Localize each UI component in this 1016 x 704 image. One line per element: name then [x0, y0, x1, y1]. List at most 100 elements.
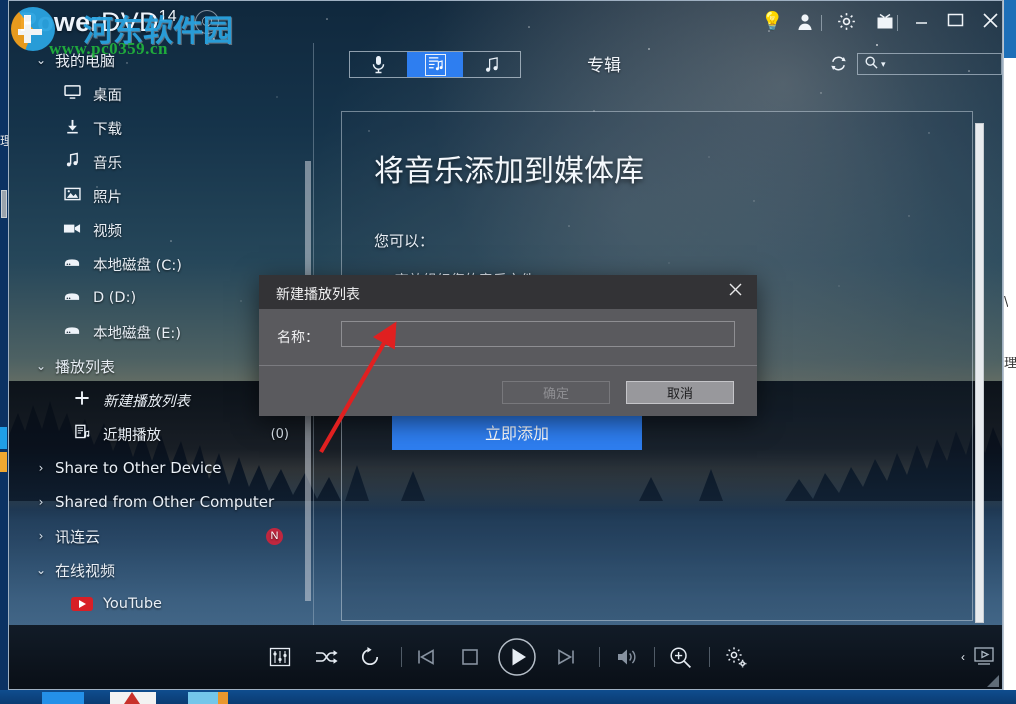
shuffle-button[interactable] [311, 625, 341, 689]
watermark-site-url: www.pc0359.cn [49, 39, 168, 58]
taskbar-item-4[interactable] [218, 692, 228, 704]
settings-button[interactable] [721, 625, 751, 689]
sidebar-item-recently-played[interactable]: 近期播放 (0) [9, 417, 309, 451]
plus-icon [71, 390, 93, 410]
player-control-bar: ‹ [9, 625, 1002, 689]
background-window-glyph-1: \ [1004, 296, 1009, 309]
hard-disk-icon [61, 324, 83, 341]
sidebar-item-label: YouTube [103, 596, 162, 612]
sidebar-item-label: 本地磁盘 (E:) [93, 325, 181, 342]
volume-button[interactable] [613, 625, 643, 689]
powerdvd-window: PowerDVD14 ☉ 河东软件园 www.pc0359.cn 💡 专辑 ▾ … [8, 0, 1003, 690]
sidebar-group-label: 讯连云 [55, 527, 101, 546]
background-window-glyph-2: 理 [1004, 357, 1016, 370]
music-note-icon [61, 152, 83, 172]
sidebar-item-label: 本地磁盘 (C:) [93, 257, 182, 274]
sidebar-item-label: 近期播放 [103, 427, 161, 444]
ok-button[interactable]: 确定 [502, 381, 610, 404]
panel-subtitle: 您可以： [374, 232, 435, 250]
user-icon[interactable] [797, 13, 813, 33]
page-title: 将音乐添加到媒体库 [374, 154, 644, 189]
chevron-down-icon[interactable]: ▾ [881, 59, 886, 70]
player-separator-3 [654, 647, 655, 667]
sidebar-item-desktop[interactable]: 桌面 [9, 77, 309, 111]
search-icon [865, 56, 878, 72]
taskbar [0, 690, 1016, 704]
titlebar-separator-1 [821, 15, 822, 31]
sidebar-item-downloads[interactable]: 下载 [9, 111, 309, 145]
repeat-button[interactable] [355, 625, 385, 689]
refresh-icon[interactable] [829, 54, 848, 78]
name-field-label: 名称： [277, 330, 319, 346]
sidebar-item-label: 桌面 [93, 87, 122, 104]
player-separator-4 [709, 647, 710, 667]
background-taskbar-item-2 [0, 452, 7, 472]
sidebar-group-label: Share to Other Device [55, 459, 222, 477]
sidebar-item-count: (0) [270, 426, 289, 442]
taskbar-item-3[interactable] [188, 692, 218, 704]
sidebar-item-label: 新建播放列表 [103, 393, 190, 410]
view-title: 专辑 [587, 56, 621, 76]
sidebar-item-label: D (D:) [93, 290, 137, 306]
chevron-down-icon: ⌄ [35, 563, 47, 577]
chevron-right-icon: › [38, 495, 44, 509]
sidebar-group-label: 在线视频 [55, 561, 116, 580]
previous-button[interactable] [413, 625, 439, 689]
photo-icon [61, 187, 83, 205]
search-box[interactable]: ▾ [857, 53, 1002, 75]
chevron-down-icon: ⌄ [35, 53, 47, 67]
play-button[interactable] [497, 625, 537, 689]
equalizer-button[interactable] [265, 625, 295, 689]
background-window-chip [1, 190, 7, 218]
minimize-button[interactable] [913, 11, 930, 31]
player-separator-2 [599, 647, 600, 667]
titlebar-separator-2 [897, 15, 898, 31]
close-icon[interactable] [723, 280, 747, 304]
next-button[interactable] [553, 625, 579, 689]
sidebar-group-label: 播放列表 [55, 357, 116, 376]
status-badge: N [266, 527, 283, 545]
type-playlist-button[interactable] [406, 52, 464, 77]
type-voice-button[interactable] [350, 52, 407, 77]
sidebar-item-youtube[interactable]: YouTube [9, 587, 309, 621]
dialog-titlebar: 新建播放列表 [259, 275, 757, 309]
collapse-button[interactable]: ‹ [955, 625, 971, 689]
cancel-button[interactable]: 取消 [626, 381, 734, 404]
sidebar-item-label: 视频 [93, 223, 122, 240]
main-panel-scrollbar[interactable] [975, 123, 984, 623]
sidebar-item-label: 下载 [93, 121, 122, 138]
sidebar-group-share-to-other-device[interactable]: › Share to Other Device [9, 451, 309, 485]
sidebar-group-shared-from-other-computer[interactable]: › Shared from Other Computer [9, 485, 309, 519]
sidebar-group-online-video[interactable]: ⌄ 在线视频 [9, 553, 309, 587]
add-now-button[interactable]: 立即添加 [392, 414, 642, 450]
background-window-titlebar [1004, 0, 1016, 58]
titlebar: PowerDVD14 ☉ 河东软件园 www.pc0359.cn 💡 [9, 1, 1002, 58]
stop-button[interactable] [457, 625, 483, 689]
background-taskbar-item-1 [0, 427, 7, 449]
sidebar-item-music[interactable]: 音乐 [9, 145, 309, 179]
dialog-title: 新建播放列表 [276, 287, 360, 303]
taskbar-item-2[interactable] [110, 692, 156, 704]
hard-disk-icon [61, 290, 83, 307]
zoom-button[interactable] [665, 625, 695, 689]
maximize-button[interactable] [947, 13, 964, 31]
playlist-icon [71, 424, 93, 444]
bulb-icon[interactable]: 💡 [761, 12, 783, 30]
sidebar-item-videos[interactable]: 视频 [9, 213, 309, 247]
sidebar-item-label: 照片 [93, 189, 122, 206]
close-button[interactable] [981, 11, 1000, 34]
playlist-music-icon [424, 53, 446, 76]
search-input[interactable] [888, 57, 1002, 71]
playlist-name-input[interactable] [341, 321, 735, 347]
youtube-icon [71, 597, 93, 611]
background-window-right [1003, 0, 1016, 690]
sidebar-group-cyberlink-cloud[interactable]: › 讯连云 N [9, 519, 309, 553]
chevron-right-icon: › [38, 461, 44, 475]
tv-icon[interactable] [875, 13, 895, 33]
type-music-button[interactable] [463, 52, 520, 77]
taskbar-item-1[interactable] [42, 692, 84, 704]
sidebar-group-label: Shared from Other Computer [55, 493, 275, 511]
sidebar-item-photos[interactable]: 照片 [9, 179, 309, 213]
gear-icon[interactable] [837, 12, 856, 34]
resize-grip[interactable] [987, 675, 999, 687]
